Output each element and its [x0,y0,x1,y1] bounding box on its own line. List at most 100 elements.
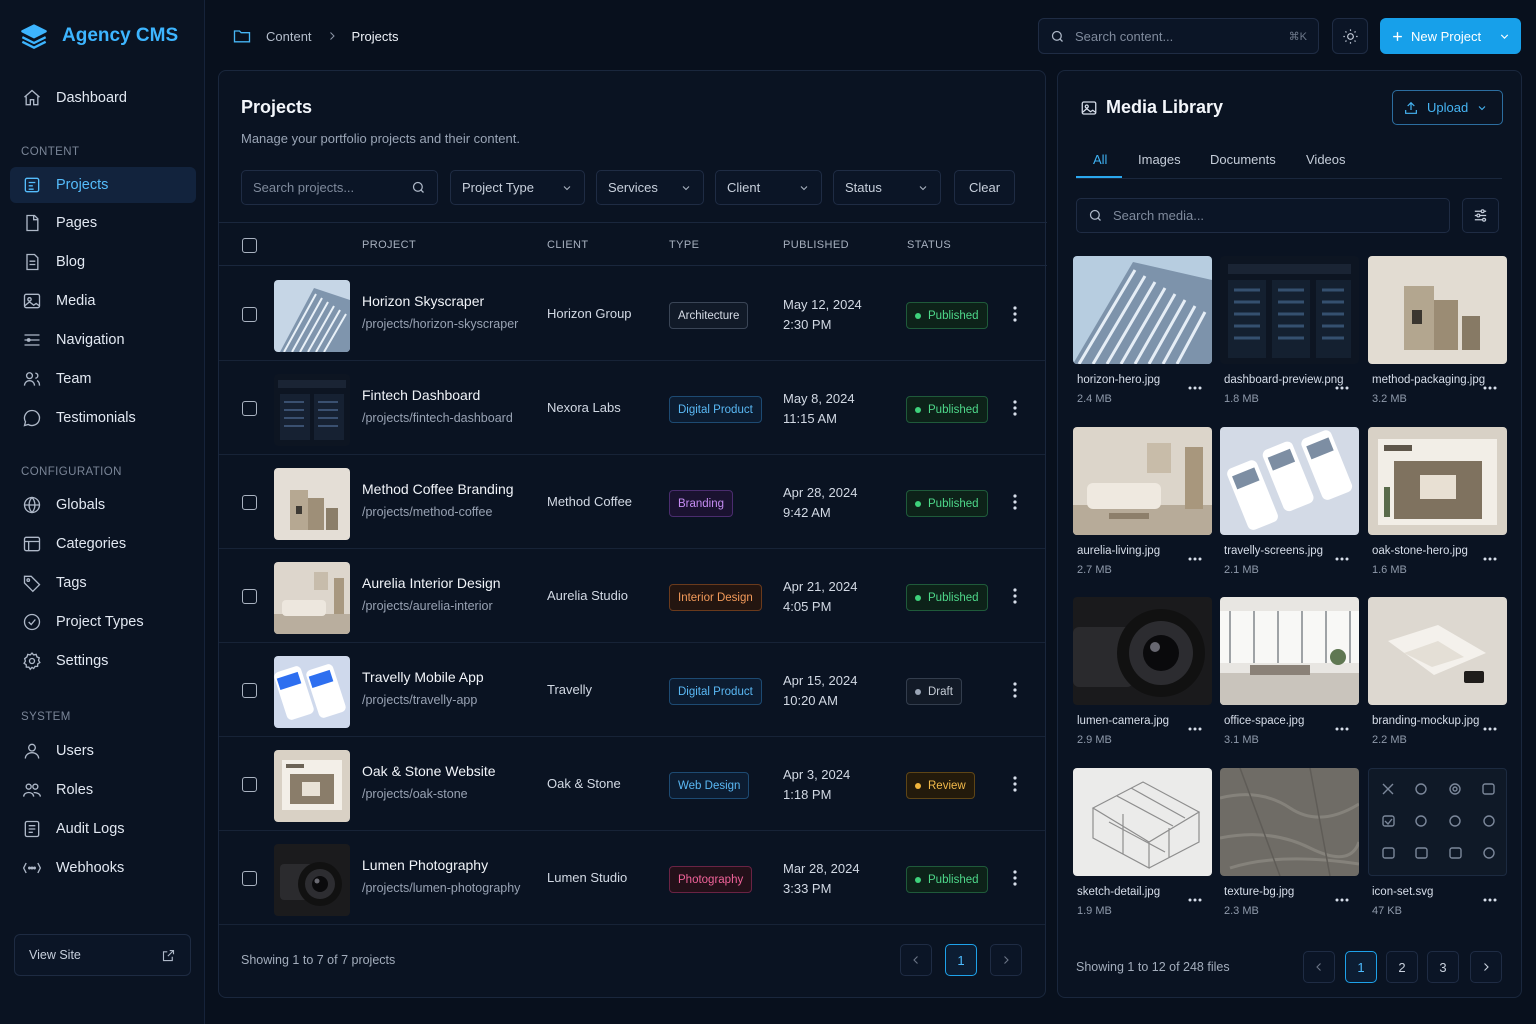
media-prev-button[interactable] [1303,951,1335,983]
column-published[interactable]: PUBLISHED [783,239,849,251]
media-tile[interactable]: travelly-screens.jpg 2.1 MB [1220,427,1359,577]
project-name[interactable]: Lumen Photography [362,857,488,873]
new-project-button[interactable]: New Project [1380,18,1521,54]
media-filter-button[interactable] [1462,198,1499,233]
more-horizontal-icon[interactable] [1335,898,1349,902]
more-horizontal-icon[interactable] [1335,386,1349,390]
more-vertical-icon[interactable] [1012,493,1018,511]
project-name[interactable]: Fintech Dashboard [362,387,480,403]
sidebar-item-categories[interactable]: Categories [10,526,196,562]
more-vertical-icon[interactable] [1012,775,1018,793]
sidebar-item-dashboard[interactable]: Dashboard [10,80,196,116]
sidebar-item-project-types[interactable]: Project Types [10,604,196,640]
column-type[interactable]: TYPE [669,239,699,251]
column-client[interactable]: CLIENT [547,239,589,251]
media-page-2[interactable]: 2 [1386,951,1418,983]
sidebar-item-media[interactable]: Media [10,283,196,319]
filter-services[interactable]: Services [596,170,704,205]
more-vertical-icon[interactable] [1012,399,1018,417]
pagination-page-1[interactable]: 1 [945,944,977,976]
media-search-input[interactable]: Search media... [1076,198,1450,233]
media-tile[interactable]: office-space.jpg 3.1 MB [1220,597,1359,747]
filter-project-type[interactable]: Project Type [450,170,585,205]
media-tile[interactable]: branding-mockup.jpg 2.2 MB [1368,597,1507,747]
more-horizontal-icon[interactable] [1335,557,1349,561]
media-page-3[interactable]: 3 [1427,951,1459,983]
more-horizontal-icon[interactable] [1483,727,1497,731]
filter-client[interactable]: Client [715,170,822,205]
sidebar-item-testimonials[interactable]: Testimonials [10,400,196,436]
pagination-prev-button[interactable] [900,944,932,976]
pagination-next-button[interactable] [990,944,1022,976]
tab-documents[interactable]: Documents [1210,152,1276,167]
tab-videos[interactable]: Videos [1306,152,1346,167]
breadcrumb-content[interactable]: Content [266,29,312,44]
sidebar-item-roles[interactable]: Roles [10,772,196,808]
project-name[interactable]: Travelly Mobile App [362,669,484,685]
upload-button[interactable]: Upload [1392,90,1503,125]
row-checkbox[interactable] [242,307,257,322]
media-tile[interactable]: horizon-hero.jpg 2.4 MB [1073,256,1212,406]
sidebar-item-users[interactable]: Users [10,733,196,769]
project-name[interactable]: Horizon Skyscraper [362,293,484,309]
media-tile[interactable]: lumen-camera.jpg 2.9 MB [1073,597,1212,747]
sidebar-item-audit-logs[interactable]: Audit Logs [10,811,196,847]
row-checkbox[interactable] [242,495,257,510]
table-row[interactable]: Lumen Photography /projects/lumen-photog… [219,831,1045,925]
sidebar-item-webhooks[interactable]: Webhooks [10,850,196,886]
sidebar-item-pages[interactable]: Pages [10,205,196,241]
more-vertical-icon[interactable] [1012,305,1018,323]
row-checkbox[interactable] [242,683,257,698]
more-vertical-icon[interactable] [1012,869,1018,887]
table-row[interactable]: Oak & Stone Website /projects/oak-stone … [219,737,1045,831]
tab-images[interactable]: Images [1138,152,1181,167]
more-horizontal-icon[interactable] [1335,727,1349,731]
view-site-button[interactable]: View Site [14,934,191,976]
brand[interactable]: Agency CMS [20,22,178,50]
sidebar-item-tags[interactable]: Tags [10,565,196,601]
sidebar-item-projects[interactable]: Projects [10,167,196,203]
table-row[interactable]: Aurelia Interior Design /projects/aureli… [219,549,1045,643]
table-row[interactable]: Method Coffee Branding /projects/method-… [219,455,1045,549]
project-name[interactable]: Aurelia Interior Design [362,575,501,591]
sidebar-item-team[interactable]: Team [10,361,196,397]
clear-filters-button[interactable]: Clear [954,170,1015,205]
media-tile[interactable]: sketch-detail.jpg 1.9 MB [1073,768,1212,918]
project-name[interactable]: Method Coffee Branding [362,481,514,497]
more-horizontal-icon[interactable] [1483,386,1497,390]
media-tile[interactable]: texture-bg.jpg 2.3 MB [1220,768,1359,918]
media-next-button[interactable] [1470,951,1502,983]
sidebar-item-globals[interactable]: Globals [10,487,196,523]
media-tile[interactable]: method-packaging.jpg 3.2 MB [1368,256,1507,406]
column-status[interactable]: STATUS [907,239,951,251]
row-checkbox[interactable] [242,777,257,792]
table-row[interactable]: Travelly Mobile App /projects/travelly-a… [219,643,1045,737]
more-horizontal-icon[interactable] [1188,386,1202,390]
media-tile[interactable]: icon-set.svg 47 KB [1368,768,1507,918]
more-horizontal-icon[interactable] [1483,898,1497,902]
row-checkbox[interactable] [242,589,257,604]
media-page-1[interactable]: 1 [1345,951,1377,983]
media-tile[interactable]: aurelia-living.jpg 2.7 MB [1073,427,1212,577]
media-tile[interactable]: dashboard-preview.png 1.8 MB [1220,256,1359,406]
project-name[interactable]: Oak & Stone Website [362,763,496,779]
table-row[interactable]: Horizon Skyscraper /projects/horizon-sky… [219,267,1045,361]
more-horizontal-icon[interactable] [1188,727,1202,731]
tab-all[interactable]: All [1093,152,1107,167]
column-project[interactable]: PROJECT [362,239,416,251]
row-checkbox[interactable] [242,401,257,416]
sidebar-item-navigation[interactable]: Navigation [10,322,196,358]
chevron-down-icon[interactable] [1498,30,1511,43]
global-search-input[interactable]: Search content... ⌘K [1038,18,1319,54]
more-horizontal-icon[interactable] [1188,898,1202,902]
media-tile[interactable]: oak-stone-hero.jpg 1.6 MB [1368,427,1507,577]
select-all-checkbox[interactable] [242,238,257,253]
sidebar-item-blog[interactable]: Blog [10,244,196,280]
more-vertical-icon[interactable] [1012,681,1018,699]
more-horizontal-icon[interactable] [1188,557,1202,561]
sidebar-item-settings[interactable]: Settings [10,643,196,679]
row-checkbox[interactable] [242,871,257,886]
project-search-input[interactable]: Search projects... [241,170,438,205]
more-horizontal-icon[interactable] [1483,557,1497,561]
table-row[interactable]: Fintech Dashboard /projects/fintech-dash… [219,361,1045,455]
